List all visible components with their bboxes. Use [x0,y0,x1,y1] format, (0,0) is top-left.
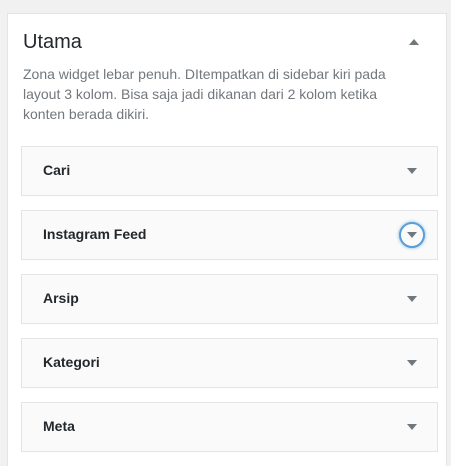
expand-widget-button[interactable] [405,164,419,178]
panel-header[interactable]: Utama [23,27,423,57]
widget-cari[interactable]: Cari [21,146,438,196]
page: Utama Zona widget lebar penuh. DItempatk… [0,0,451,466]
widget-kategori[interactable]: Kategori [21,338,438,388]
widget-label: Arsip [43,290,79,306]
panel-title: Utama [23,31,82,53]
widget-label: Cari [43,162,71,178]
widget-label: Meta [43,418,75,434]
expand-widget-button[interactable] [405,420,419,434]
triangle-down-icon [407,232,417,238]
widget-instagram-feed[interactable]: Instagram Feed [21,210,438,260]
widget-arsip[interactable]: Arsip [21,274,438,324]
triangle-down-icon [407,296,417,302]
triangle-down-icon [407,168,417,174]
expand-widget-button[interactable] [405,292,419,306]
expand-widget-button[interactable] [399,222,425,248]
widget-label: Kategori [43,354,100,370]
panel-description: Zona widget lebar penuh. DItempatkan di … [23,66,386,122]
widget-label: Instagram Feed [43,226,147,242]
triangle-up-icon [409,39,419,45]
widget-meta[interactable]: Meta [21,402,438,452]
triangle-down-icon [407,424,417,430]
triangle-down-icon [407,360,417,366]
collapse-toggle-button[interactable] [405,34,423,50]
expand-widget-button[interactable] [405,356,419,370]
